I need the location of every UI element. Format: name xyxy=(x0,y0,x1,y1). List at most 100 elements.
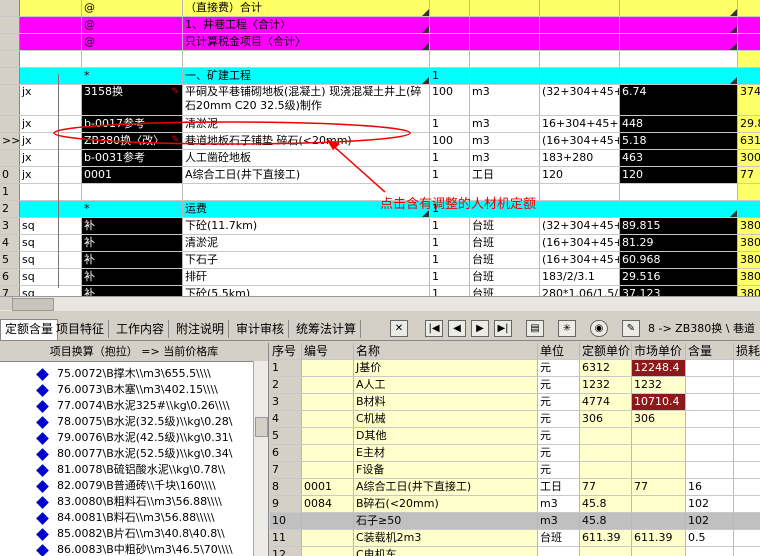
content-cell[interactable] xyxy=(302,360,354,376)
first-record-icon[interactable]: |◀ xyxy=(425,320,443,337)
tab-overall-calc[interactable]: 统筹法计算 xyxy=(292,320,362,338)
tree-item[interactable]: 76.0073\B木塞\\m3\402.15\\\\ xyxy=(36,381,218,398)
content-row[interactable]: 1 J基价元 6312 12248.4 xyxy=(270,360,760,377)
content-cell[interactable] xyxy=(632,445,686,461)
tree-item[interactable]: 85.0082\B片石\\m3\40.8\40.8\\ xyxy=(36,525,225,542)
tree-item[interactable]: 75.0072\B撑木\\m3\655.5\\\\ xyxy=(36,365,211,382)
tree-item[interactable]: 78.0075\B水泥(32.5级)\\kg\0.28\ xyxy=(36,413,232,430)
prev-record-icon[interactable]: ◀ xyxy=(448,320,466,337)
content-cell[interactable] xyxy=(734,445,760,461)
content-row[interactable]: 4 C机械元 306 306 xyxy=(270,411,760,428)
column-header[interactable]: 编号 xyxy=(302,343,354,359)
content-cell[interactable] xyxy=(580,445,632,461)
content-cell[interactable]: J基价 xyxy=(354,360,538,376)
content-cell[interactable] xyxy=(734,479,760,495)
content-cell[interactable] xyxy=(734,428,760,444)
tree-item[interactable]: 77.0074\B水泥325#\\kg\0.26\\\\ xyxy=(36,397,230,414)
content-cell[interactable] xyxy=(580,462,632,478)
content-cell[interactable]: B碎石(<20mm) xyxy=(354,496,538,512)
content-cell[interactable] xyxy=(734,513,760,529)
close-icon[interactable]: ✕ xyxy=(390,320,408,337)
next-record-icon[interactable]: ▶ xyxy=(471,320,489,337)
tab-work-content[interactable]: 工作内容 xyxy=(112,320,170,338)
column-header[interactable]: 含量 xyxy=(686,343,734,359)
content-cell[interactable]: 45.8 xyxy=(580,496,632,512)
tree-item[interactable]: 86.0083\B中粗砂\\m3\46.5\70\\\\ xyxy=(36,541,233,556)
content-row[interactable]: 8 0001 A综合工日(井下直接工) 工日 77 77 16 xyxy=(270,479,760,496)
content-cell[interactable] xyxy=(632,513,686,529)
content-cell[interactable]: 12248.4 xyxy=(632,360,686,376)
content-cell[interactable] xyxy=(734,394,760,410)
content-cell[interactable] xyxy=(686,394,734,410)
content-cell[interactable]: 77 xyxy=(580,479,632,495)
content-cell[interactable]: m3 xyxy=(538,496,580,512)
content-row[interactable]: 10 石子≥50 m3 45.8 102 xyxy=(270,513,760,530)
content-cell[interactable] xyxy=(632,462,686,478)
content-cell[interactable]: 元 xyxy=(538,462,580,478)
content-cell[interactable]: 元 xyxy=(538,411,580,427)
content-cell[interactable]: 1232 xyxy=(580,377,632,393)
content-cell[interactable] xyxy=(302,377,354,393)
content-cell[interactable] xyxy=(302,462,354,478)
edit-icon[interactable]: ✎ xyxy=(622,320,640,337)
content-cell[interactable]: E主材 xyxy=(354,445,538,461)
content-cell[interactable] xyxy=(632,496,686,512)
content-cell[interactable]: 611.39 xyxy=(580,530,632,546)
quota-content-grid[interactable]: 序号 编号 名称 单位 定额单价 市场单价 含量 损耗 1 J基价元 6312 12248.4 2 A人工… xyxy=(270,343,760,556)
content-cell[interactable] xyxy=(302,513,354,529)
tab-audit[interactable]: 审计审核 xyxy=(232,320,290,338)
content-row[interactable]: 5 D其他元 xyxy=(270,428,760,445)
content-cell[interactable] xyxy=(686,462,734,478)
content-cell[interactable] xyxy=(302,411,354,427)
content-cell[interactable]: 工日 xyxy=(538,479,580,495)
content-cell[interactable]: A综合工日(井下直接工) xyxy=(354,479,538,495)
content-cell[interactable] xyxy=(734,411,760,427)
content-cell[interactable]: 1232 xyxy=(632,377,686,393)
content-cell[interactable]: C装载机2m3 xyxy=(354,530,538,546)
content-cell[interactable]: 元 xyxy=(538,428,580,444)
content-cell[interactable] xyxy=(580,428,632,444)
content-cell[interactable]: A人工 xyxy=(354,377,538,393)
content-cell[interactable] xyxy=(686,445,734,461)
content-cell[interactable]: C电机车 xyxy=(354,547,538,556)
tab-quota-content[interactable]: 定额含量 xyxy=(0,319,59,340)
tree-item[interactable]: 79.0076\B水泥(42.5级)\\kg\0.31\ xyxy=(36,429,232,446)
content-cell[interactable]: 10710.4 xyxy=(632,394,686,410)
content-cell[interactable]: 306 xyxy=(580,411,632,427)
column-header[interactable]: 序号 xyxy=(270,343,302,359)
content-row[interactable]: 7 F设备元 xyxy=(270,462,760,479)
content-cell[interactable] xyxy=(734,547,760,556)
content-cell[interactable] xyxy=(580,547,632,556)
content-cell[interactable] xyxy=(686,377,734,393)
content-cell[interactable] xyxy=(734,377,760,393)
content-cell[interactable] xyxy=(302,547,354,556)
content-cell[interactable] xyxy=(734,360,760,376)
content-cell[interactable] xyxy=(302,394,354,410)
content-cell[interactable] xyxy=(538,547,580,556)
last-record-icon[interactable]: ▶| xyxy=(494,320,512,337)
content-cell[interactable]: C机械 xyxy=(354,411,538,427)
content-row[interactable]: 11 C装载机2m3 台班 611.39 611.39 0.5 xyxy=(270,530,760,547)
horizontal-scrollbar[interactable] xyxy=(0,296,760,311)
content-row[interactable]: 3 B材料元 4774 10710.4 xyxy=(270,394,760,411)
content-cell[interactable]: 0.5 xyxy=(686,530,734,546)
content-cell[interactable]: 元 xyxy=(538,360,580,376)
content-cell[interactable] xyxy=(734,462,760,478)
column-header[interactable]: 市场单价 xyxy=(632,343,686,359)
column-header[interactable]: 定额单价 xyxy=(580,343,632,359)
content-cell[interactable] xyxy=(734,530,760,546)
column-header[interactable]: 损耗 xyxy=(734,343,760,359)
price-library-tree[interactable]: 项目换算（抱拉） => 当前价格库 75.0072\B撑木\\m3\655.5\… xyxy=(0,343,269,556)
content-row[interactable]: 6 E主材元 xyxy=(270,445,760,462)
scroll-thumb[interactable] xyxy=(12,298,54,311)
tab-item-feature[interactable]: 项目特征 xyxy=(52,320,110,338)
content-cell[interactable] xyxy=(302,428,354,444)
column-header[interactable]: 名称 xyxy=(354,343,538,359)
tab-notes[interactable]: 附注说明 xyxy=(172,320,230,338)
content-row[interactable]: 12 C电机车 xyxy=(270,547,760,556)
content-cell[interactable]: 石子≥50 xyxy=(354,513,538,529)
content-cell[interactable] xyxy=(632,428,686,444)
content-cell[interactable] xyxy=(302,530,354,546)
tree-item[interactable]: 81.0078\B硫铝酸水泥\\kg\0.78\\ xyxy=(36,461,225,478)
tree-item[interactable]: 83.0080\B粗料石\\m3\56.88\\\\ xyxy=(36,493,222,510)
